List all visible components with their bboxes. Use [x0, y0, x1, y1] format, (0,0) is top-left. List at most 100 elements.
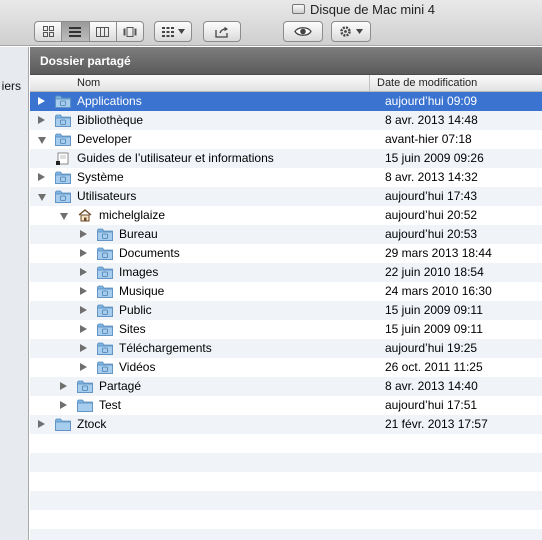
- downloads-folder-icon: [97, 342, 113, 355]
- sidebar: iers: [0, 47, 29, 540]
- home-icon: [77, 209, 93, 222]
- list-row[interactable]: Vidéos 26 oct. 2011 11:25: [30, 358, 542, 377]
- disclosure-collapsed-icon[interactable]: [38, 173, 45, 181]
- file-name: Partagé: [99, 379, 142, 393]
- file-name: Public: [119, 303, 152, 317]
- list-row[interactable]: Test aujourd’hui 17:51: [30, 396, 542, 415]
- documents-folder-icon: [97, 247, 113, 260]
- system-folder-icon: [55, 171, 71, 184]
- disclosure-collapsed-icon[interactable]: [80, 268, 87, 276]
- list-row[interactable]: Système 8 avr. 2013 14:32: [30, 168, 542, 187]
- window-title-text: Disque de Mac mini 4: [310, 1, 435, 17]
- modified-date: 8 avr. 2013 14:32: [385, 170, 478, 184]
- folder-icon: [55, 418, 71, 431]
- empty-row: [30, 491, 542, 510]
- list-view-icon: [69, 26, 82, 37]
- name-column-header[interactable]: Nom: [30, 75, 370, 91]
- folder-title: Dossier partagé: [40, 53, 131, 68]
- window-title: Disque de Mac mini 4: [292, 0, 435, 18]
- list-row[interactable]: Bureau aujourd’hui 20:53: [30, 225, 542, 244]
- modified-date: 15 juin 2009 09:26: [385, 151, 484, 165]
- list-row[interactable]: Guides de l’utilisateur et informations 1…: [30, 149, 542, 168]
- disclosure-collapsed-icon[interactable]: [80, 249, 87, 257]
- shared-folder-icon: [77, 380, 93, 393]
- pictures-folder-icon: [97, 266, 113, 279]
- modified-date: 8 avr. 2013 14:40: [385, 379, 478, 393]
- modified-date: 21 févr. 2013 17:57: [385, 417, 488, 431]
- modified-date: aujourd’hui 17:51: [385, 398, 478, 412]
- file-name: Téléchargements: [119, 341, 212, 355]
- icon-view-icon: [42, 26, 54, 37]
- file-name: Utilisateurs: [77, 189, 137, 203]
- chevron-down-icon: [356, 29, 363, 34]
- list-row[interactable]: Sites 15 juin 2009 09:11: [30, 320, 542, 339]
- disclosure-collapsed-icon[interactable]: [80, 230, 87, 238]
- disclosure-collapsed-icon[interactable]: [80, 325, 87, 333]
- list-row[interactable]: Ztock 21 févr. 2013 17:57: [30, 415, 542, 434]
- file-name: Système: [77, 170, 124, 184]
- list-row[interactable]: Documents 29 mars 2013 18:44: [30, 244, 542, 263]
- modified-date: 22 juin 2010 18:54: [385, 265, 484, 279]
- modified-date: 15 juin 2009 09:11: [385, 303, 483, 317]
- share-icon: [215, 26, 228, 38]
- toolbar: Disque de Mac mini 4: [0, 0, 542, 46]
- list-row[interactable]: Developer avant-hier 07:18: [30, 130, 542, 149]
- share-button[interactable]: [203, 21, 241, 42]
- disclosure-collapsed-icon[interactable]: [80, 363, 87, 371]
- list-row[interactable]: Images 22 juin 2010 18:54: [30, 263, 542, 282]
- empty-row: [30, 453, 542, 472]
- disclosure-collapsed-icon[interactable]: [60, 382, 67, 390]
- column-view-button[interactable]: [90, 22, 117, 41]
- disclosure-expanded-icon[interactable]: [38, 194, 46, 201]
- action-button[interactable]: [331, 21, 371, 42]
- list-row[interactable]: Musique 24 mars 2010 16:30: [30, 282, 542, 301]
- alias-folder-icon: [55, 152, 71, 165]
- file-name: Images: [119, 265, 159, 279]
- disclosure-collapsed-icon[interactable]: [60, 401, 67, 409]
- empty-row: [30, 510, 542, 529]
- library-folder-icon: [55, 114, 71, 127]
- file-name: Vidéos: [119, 360, 156, 374]
- eye-icon: [294, 27, 312, 36]
- movies-folder-icon: [97, 361, 113, 374]
- disclosure-collapsed-icon[interactable]: [38, 420, 45, 428]
- disclosure-collapsed-icon[interactable]: [80, 287, 87, 295]
- cover-flow-button[interactable]: [117, 22, 143, 41]
- column-view-icon: [96, 26, 110, 37]
- date-column-header[interactable]: Date de modification: [377, 75, 477, 91]
- list-row[interactable]: Applications aujourd’hui 09:09: [30, 92, 542, 111]
- music-folder-icon: [97, 285, 113, 298]
- quick-look-button[interactable]: [283, 21, 323, 42]
- file-name: Guides de l’utilisateur et informations: [77, 151, 274, 165]
- arrange-button[interactable]: [154, 21, 192, 42]
- modified-date: 29 mars 2013 18:44: [385, 246, 492, 260]
- list-row[interactable]: Public 15 juin 2009 09:11: [30, 301, 542, 320]
- arrange-icon: [161, 26, 174, 37]
- empty-row: [30, 472, 542, 491]
- disclosure-collapsed-icon[interactable]: [80, 344, 87, 352]
- list-row[interactable]: Bibliothèque 8 avr. 2013 14:48: [30, 111, 542, 130]
- public-folder-icon: [97, 304, 113, 317]
- sidebar-item-label[interactable]: iers: [2, 79, 21, 93]
- disclosure-collapsed-icon[interactable]: [80, 306, 87, 314]
- modified-date: 26 oct. 2011 11:25: [385, 360, 483, 374]
- developer-folder-icon: [55, 133, 71, 146]
- list-row[interactable]: Utilisateurs aujourd’hui 17:43: [30, 187, 542, 206]
- disclosure-collapsed-icon[interactable]: [38, 97, 45, 105]
- list-row[interactable]: Partagé 8 avr. 2013 14:40: [30, 377, 542, 396]
- list-row[interactable]: michelglaize aujourd’hui 20:52: [30, 206, 542, 225]
- cover-flow-icon: [123, 26, 137, 37]
- file-name: Documents: [119, 246, 180, 260]
- file-name: Ztock: [77, 417, 107, 431]
- file-list: Applications aujourd’hui 09:09 Bibliothèqu…: [30, 92, 542, 540]
- disclosure-expanded-icon[interactable]: [60, 213, 68, 220]
- empty-row: [30, 529, 542, 540]
- disclosure-expanded-icon[interactable]: [38, 137, 46, 144]
- view-mode-control: [34, 21, 144, 42]
- modified-date: aujourd’hui 19:25: [385, 341, 478, 355]
- icon-view-button[interactable]: [35, 22, 63, 41]
- list-view-button[interactable]: [62, 22, 90, 41]
- disclosure-collapsed-icon[interactable]: [38, 116, 45, 124]
- list-row[interactable]: Téléchargements aujourd’hui 19:25: [30, 339, 542, 358]
- sites-folder-icon: [97, 323, 113, 336]
